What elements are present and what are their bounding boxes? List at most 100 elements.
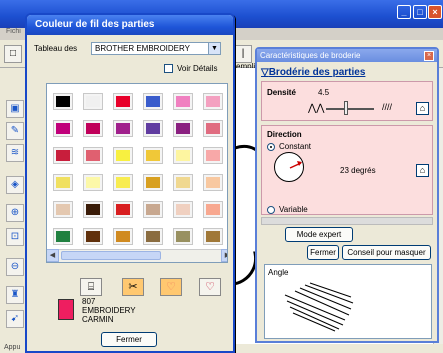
thread-swatch[interactable] [203,120,223,137]
thread-swatch[interactable] [83,93,103,110]
angle-value: 23 degrés [340,166,376,175]
close-icon[interactable]: × [424,51,434,61]
thread-swatch[interactable] [143,147,163,164]
thread-spool-color [86,123,100,134]
grid-horizontal-scrollbar[interactable]: ◀ ▶ [47,249,227,262]
menu-file[interactable]: Fichi [6,28,21,35]
direction-default-icon[interactable]: ⌂ [416,164,429,177]
thread-swatch[interactable] [113,147,133,164]
thread-swatch[interactable] [53,228,73,245]
variable-label: Variable [279,205,308,214]
embroidery-dialog: Caractéristiques de broderie × ▽Brodérie… [255,47,439,343]
thread-swatch[interactable] [53,93,73,110]
thread-swatch[interactable] [203,147,223,164]
dense-stitch-icon: //// [382,102,393,112]
thread-swatch[interactable] [203,228,223,245]
thread-swatch[interactable] [113,120,133,137]
zoom-area-icon[interactable]: ⊡ [6,228,24,246]
thread-swatch[interactable] [53,147,73,164]
thread-swatch[interactable] [173,120,193,137]
draw-icon[interactable]: ✎ [6,122,24,140]
thread-swatch[interactable] [83,228,103,245]
sewing-icon[interactable]: ♜ [6,286,24,304]
thread-spool-color [116,204,130,215]
direction-dial[interactable] [274,152,304,182]
thread-swatch[interactable] [143,93,163,110]
toolbar-button[interactable]: | [234,45,252,63]
thread-swatch[interactable] [143,228,163,245]
pointer-icon[interactable]: ➹ [6,310,24,328]
thread-spool-color [116,123,130,134]
thread-swatch[interactable] [203,201,223,218]
thread-swatch[interactable] [83,120,103,137]
thread-spool-color [146,204,160,215]
thread-spool-color [176,204,190,215]
density-value: 4.5 [318,88,330,97]
thread-swatch[interactable] [203,174,223,191]
direction-label: Direction [267,130,302,139]
thread-spool-color [176,150,190,161]
thread-swatch[interactable] [143,174,163,191]
maximize-button[interactable]: □ [413,5,427,19]
thread-spool-color [86,96,100,107]
thread-swatch[interactable] [53,174,73,191]
thread-swatch[interactable] [53,120,73,137]
thread-swatch[interactable] [113,174,133,191]
thread-swatch[interactable] [113,201,133,218]
minimize-button[interactable]: _ [397,5,411,19]
thread-swatch[interactable] [173,228,193,245]
thread-close-button[interactable]: Fermer [101,332,157,347]
status-text: Appu [4,344,21,351]
thread-spool-color [116,96,130,107]
thread-spool-color [206,150,220,161]
thread-swatch[interactable] [83,147,103,164]
masking-advice-button[interactable]: Conseil pour masquer [342,245,431,260]
spool-icon[interactable]: ⌸ [80,278,102,296]
scroll-left-button[interactable]: ◀ [47,249,59,262]
table-select[interactable]: BROTHER EMBROIDERY ▼ [91,42,221,55]
sparse-stitch-icon: ⋀⋀ [308,103,325,114]
chevron-down-icon[interactable]: ▼ [208,43,220,54]
section-heading[interactable]: ▽Brodérie des parties [261,67,365,78]
thread-swatch[interactable] [113,228,133,245]
scissors-icon[interactable]: ✂ [122,278,144,296]
thread-spool-color [116,177,130,188]
thread-swatch[interactable] [173,201,193,218]
thread-swatch[interactable] [83,201,103,218]
zoom-in-icon[interactable]: ⊕ [6,204,24,222]
new-icon[interactable]: □ [4,45,22,63]
heart-outline-icon[interactable]: ♡ [160,278,182,296]
details-checkbox[interactable] [164,64,173,73]
thread-swatch[interactable] [83,174,103,191]
expert-mode-button[interactable]: Mode expert [285,227,353,242]
fill-icon[interactable]: ◈ [6,176,24,194]
thread-swatch[interactable] [173,93,193,110]
thread-swatch[interactable] [203,93,223,110]
scroll-right-button[interactable]: ▶ [221,249,227,262]
hscroll-thumb[interactable] [61,251,161,260]
panel-scrollbar[interactable] [261,217,433,225]
select-icon[interactable]: ▣ [6,100,24,118]
thread-swatch[interactable] [53,201,73,218]
density-default-icon[interactable]: ⌂ [416,102,429,115]
thread-swatch[interactable] [113,93,133,110]
thread-swatch[interactable] [143,120,163,137]
constant-radio[interactable] [267,143,275,151]
thread-spool-color [146,150,160,161]
thread-swatch[interactable] [173,147,193,164]
embroidery-close-button[interactable]: Fermer [307,245,339,260]
variable-radio[interactable] [267,206,275,214]
zoom-out-icon[interactable]: ⊖ [6,258,24,276]
density-slider-track[interactable] [326,108,374,110]
thread-spool-color [56,96,70,107]
embroidery-dialog-title: Caractéristiques de broderie [257,49,437,62]
table-label: Tableau des [34,44,78,53]
heart-icon[interactable]: ♡ [199,278,221,296]
constant-label: Constant [279,142,312,151]
thread-spool-color [146,96,160,107]
density-slider-thumb[interactable] [344,101,348,115]
close-button[interactable]: × [428,5,442,19]
thread-swatch[interactable] [143,201,163,218]
thread-swatch[interactable] [173,174,193,191]
stitch-icon[interactable]: ≋ [6,144,24,162]
